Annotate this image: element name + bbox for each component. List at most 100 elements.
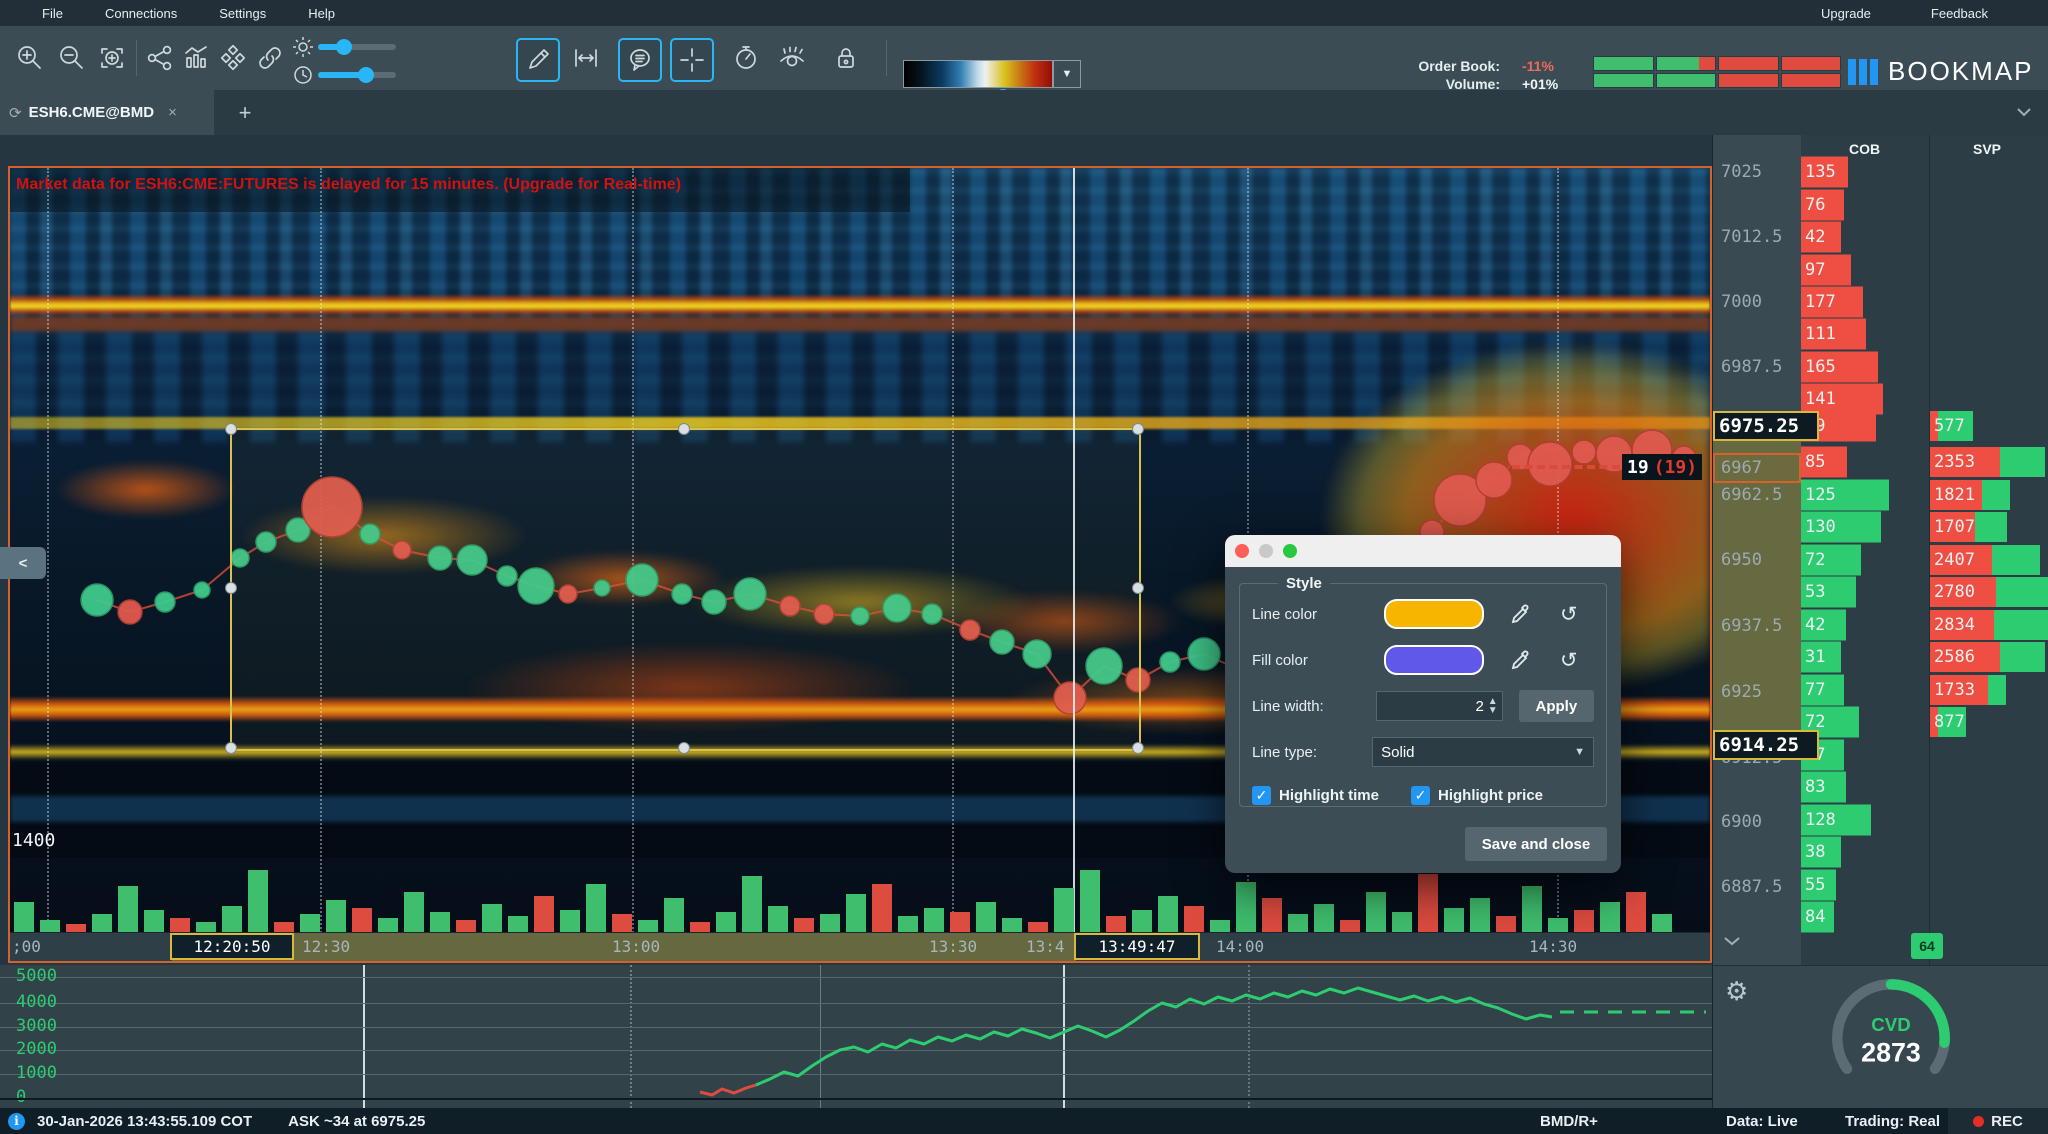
selection-handle[interactable]	[678, 742, 690, 754]
trade-bubble	[118, 600, 142, 624]
lock-button[interactable]	[826, 38, 866, 78]
time-axis[interactable]: ;0012:3013:0013:3013:414:0014:3012:20:50…	[10, 932, 1710, 961]
line-width-input[interactable]: 2 ▲▼	[1376, 691, 1502, 721]
palette-dropdown-icon[interactable]: ▼	[1053, 60, 1081, 88]
volume-bar	[326, 900, 346, 932]
status-bar: i 30-Jan-2026 13:43:55.109 COT ASK ~34 a…	[0, 1108, 2048, 1134]
tab-close-icon[interactable]: ×	[168, 104, 177, 121]
size-marker: 19(19)	[1622, 454, 1702, 480]
stepper-icon[interactable]: ▲▼	[1488, 697, 1498, 715]
selection-handle[interactable]	[1132, 423, 1144, 435]
cob-header: COB	[1849, 141, 1880, 157]
add-tab-button[interactable]: +	[228, 98, 262, 128]
share-button[interactable]	[140, 38, 180, 78]
menu-help[interactable]: Help	[308, 6, 335, 21]
line-color-swatch[interactable]	[1384, 599, 1484, 629]
volume-bar	[1002, 918, 1022, 932]
notes-tool-button[interactable]	[618, 38, 662, 82]
tab-esh6[interactable]: ⟳ ESH6.CME@BMD ×	[0, 90, 214, 139]
crosshair-tool-button[interactable]	[670, 38, 714, 82]
eyedropper-icon[interactable]	[1510, 649, 1532, 671]
volume-bar	[1236, 882, 1256, 932]
menu-file[interactable]: File	[42, 6, 63, 21]
volume-bar	[1132, 910, 1152, 932]
price-tick-label: 7000	[1721, 292, 1762, 312]
chart-type-button[interactable]	[176, 38, 216, 78]
volume-bar	[1418, 874, 1438, 932]
menu-settings[interactable]: Settings	[219, 6, 266, 21]
line-type-select[interactable]: Solid▼	[1372, 737, 1594, 767]
svp-header: SVP	[1973, 141, 2001, 157]
link-button[interactable]	[250, 38, 290, 78]
menu-connections[interactable]: Connections	[105, 6, 177, 21]
volume-bar	[1496, 916, 1516, 932]
volume-bar	[66, 924, 86, 932]
bookmap-logo-text: BOOKMAP	[1888, 56, 2033, 87]
highlight-time-checkbox[interactable]: ✓	[1252, 786, 1271, 805]
dialog-minimize-icon[interactable]	[1259, 544, 1273, 558]
highlight-price-checkbox[interactable]: ✓	[1411, 786, 1430, 805]
apply-button[interactable]: Apply	[1519, 690, 1594, 722]
dialog-titlebar[interactable]	[1225, 535, 1621, 567]
layers-button[interactable]	[213, 38, 253, 78]
svp-bar-buy	[1975, 512, 2007, 542]
trade-bubble	[1528, 442, 1572, 486]
collapse-panel-button[interactable]: <	[0, 547, 46, 579]
cvd-axis-label: 5000	[16, 966, 57, 986]
bookmap-logo: BOOKMAP	[1848, 56, 2033, 87]
volume-bar	[92, 914, 112, 932]
volume-bar	[1470, 898, 1490, 932]
volume-bar	[586, 884, 606, 932]
replay-button[interactable]	[726, 38, 766, 78]
line-width-label: Line width:	[1252, 698, 1376, 715]
bookmap-window: File Connections Settings Help Upgrade Feed…	[0, 0, 2048, 1134]
selection-handle[interactable]	[225, 423, 237, 435]
recording-indicator[interactable]: REC	[1948, 1108, 2048, 1134]
heatmap-palette-bar[interactable]	[903, 60, 1053, 88]
panel-collapse-chevron-icon[interactable]	[1721, 935, 1743, 950]
zoom-in-button[interactable]	[10, 38, 50, 78]
menu-feedback[interactable]: Feedback	[1931, 6, 1988, 21]
fill-color-swatch[interactable]	[1384, 645, 1484, 675]
info-icon[interactable]: i	[8, 1113, 25, 1130]
cvd-subchart[interactable]: 500040003000200010000	[0, 965, 1712, 1108]
selection-handle[interactable]	[225, 742, 237, 754]
selection-handle[interactable]	[1132, 582, 1144, 594]
zoom-out-button[interactable]	[52, 38, 92, 78]
delta-badge: 64	[1911, 933, 1943, 959]
selection-handle[interactable]	[225, 582, 237, 594]
time-tick-label: 13:4	[1026, 937, 1065, 956]
measure-tool-button[interactable]	[566, 38, 606, 78]
dialog-zoom-icon[interactable]	[1283, 544, 1297, 558]
depth-cell	[1781, 73, 1842, 88]
svp-bar-buy	[1992, 545, 2040, 575]
tab-list-chevron-icon[interactable]	[2014, 106, 2034, 121]
style-dialog: Style Line color ↺ Fill color ↺	[1225, 535, 1621, 873]
reset-fill-color-icon[interactable]: ↺	[1560, 648, 1578, 673]
trade-bubble	[1572, 440, 1596, 464]
gear-icon[interactable]: ⚙	[1725, 976, 1748, 1007]
visibility-button[interactable]	[772, 38, 812, 78]
volume-bar	[456, 920, 476, 932]
volume-bar	[768, 906, 788, 932]
time-tick-label: 13:00	[612, 937, 660, 956]
depth-cell	[1656, 73, 1717, 88]
eyedropper-icon[interactable]	[1510, 603, 1532, 625]
selection-handle[interactable]	[678, 423, 690, 435]
selection-handle[interactable]	[1132, 742, 1144, 754]
refresh-icon[interactable]: ⟳	[9, 104, 22, 122]
cvd-axis-label: 1000	[16, 1063, 57, 1083]
status-data-mode: Data: Live	[1726, 1113, 1798, 1130]
brightness-slider[interactable]	[318, 44, 396, 50]
save-and-close-button[interactable]: Save and close	[1465, 827, 1607, 861]
selection-rectangle[interactable]	[230, 428, 1141, 751]
reset-line-color-icon[interactable]: ↺	[1560, 602, 1578, 627]
select-caret-icon: ▼	[1574, 746, 1585, 758]
cvd-zero-line	[0, 1098, 1712, 1100]
draw-tool-button[interactable]	[516, 38, 560, 82]
time-slider[interactable]	[318, 72, 396, 78]
dialog-close-icon[interactable]	[1235, 544, 1249, 558]
volume-bar	[1340, 920, 1360, 932]
zoom-fit-button[interactable]	[92, 38, 132, 78]
menu-upgrade[interactable]: Upgrade	[1821, 6, 1871, 21]
